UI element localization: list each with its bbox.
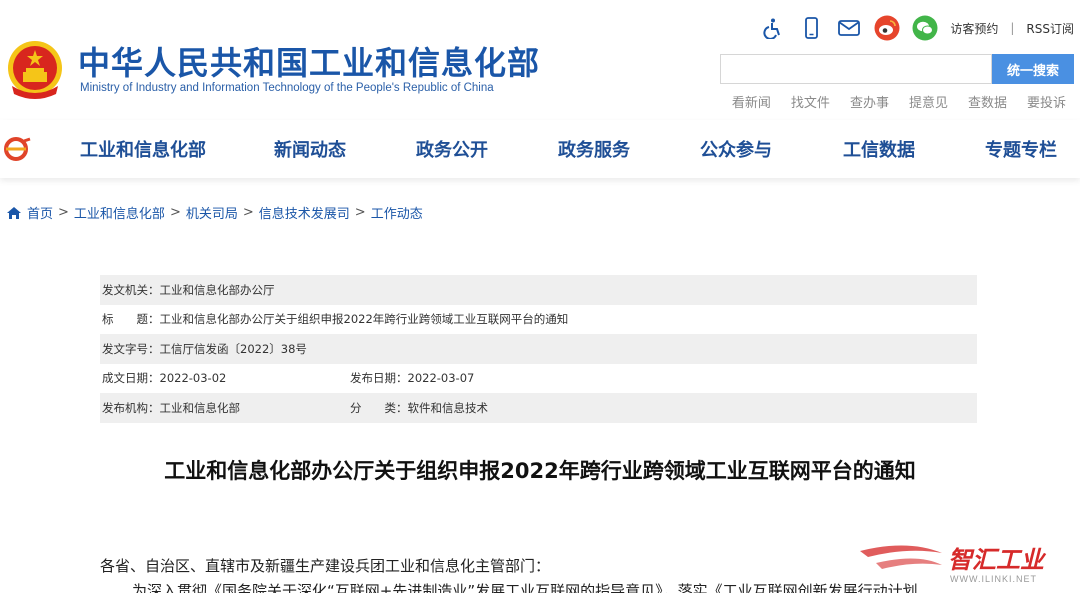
quick-link-news[interactable]: 看新闻 <box>732 92 771 111</box>
meta-title: 标 题：工业和信息化部办公厅关于组织申报2022年跨行业跨领域工业互联网平台的通… <box>102 312 569 327</box>
mail-icon[interactable] <box>836 15 862 41</box>
breadcrumb-separator: > <box>169 205 181 220</box>
meta-doc-number: 发文字号：工信厅信发函〔2022〕38号 <box>102 341 307 356</box>
rss-link[interactable]: RSS订阅 <box>1026 20 1074 37</box>
quick-link-services[interactable]: 查办事 <box>850 92 889 111</box>
breadcrumb: 首页 > 工业和信息化部 > 机关司局 > 信息技术发展司 > 工作动态 <box>6 203 423 222</box>
document-salutation: 各省、自治区、直辖市及新疆生产建设兵团工业和信息化主管部门： <box>100 557 551 575</box>
quick-link-feedback[interactable]: 提意见 <box>909 92 948 111</box>
quick-links: 看新闻 找文件 查办事 提意见 查数据 要投诉 <box>732 92 1066 111</box>
top-toolbar: 访客预约 | RSS订阅 <box>760 14 1074 42</box>
quick-link-files[interactable]: 找文件 <box>791 92 830 111</box>
meta-row-issuer: 发文机关：工业和信息化部办公厅 <box>100 275 977 305</box>
site-title[interactable]: 中华人民共和国工业和信息化部 <box>78 38 540 84</box>
mobile-icon[interactable] <box>798 15 824 41</box>
nav-item-open-government[interactable]: 政务公开 <box>416 136 488 162</box>
wechat-icon[interactable] <box>912 15 938 41</box>
document-title: 工业和信息化部办公厅关于组织申报2022年跨行业跨领域工业互联网平台的通知 <box>164 459 916 483</box>
nav-item-ministry[interactable]: 工业和信息化部 <box>80 136 206 162</box>
nav-item-data[interactable]: 工信数据 <box>843 136 915 162</box>
nav-item-public-participation[interactable]: 公众参与 <box>700 136 772 162</box>
meta-written-date: 成文日期：2022-03-02 <box>102 371 227 386</box>
breadcrumb-separator: > <box>242 205 254 220</box>
document-meta-table: 发文机关：工业和信息化部办公厅 标 题：工业和信息化部办公厅关于组织申报2022… <box>100 275 977 423</box>
breadcrumb-ministry[interactable]: 工业和信息化部 <box>74 203 165 222</box>
quick-link-data[interactable]: 查数据 <box>968 92 1007 111</box>
meta-category: 分 类：软件和信息技术 <box>350 400 488 415</box>
meta-publish-date: 发布日期：2022-03-07 <box>350 371 475 386</box>
watermark-text: 智汇工业 <box>948 546 1044 574</box>
meta-row-doc-number: 发文字号：工信厅信发函〔2022〕38号 <box>100 334 977 364</box>
nav-item-news[interactable]: 新闻动态 <box>274 136 346 162</box>
site-header: 中华人民共和国工业和信息化部 Ministry of Industry and … <box>0 0 1080 120</box>
breadcrumb-it-development[interactable]: 信息技术发展司 <box>259 203 350 222</box>
meta-row-dates: 成文日期：2022-03-02 发布日期：2022-03-07 <box>100 364 977 394</box>
breadcrumb-separator: > <box>58 205 69 220</box>
accessibility-icon[interactable] <box>760 15 786 41</box>
weibo-icon[interactable] <box>874 15 900 41</box>
search-button[interactable]: 统一搜索 <box>992 54 1074 84</box>
breadcrumb-work-updates[interactable]: 工作动态 <box>371 203 423 222</box>
ministry-logo-icon[interactable] <box>2 136 32 162</box>
search-input[interactable] <box>720 54 992 84</box>
quick-link-complaint[interactable]: 要投诉 <box>1027 92 1066 111</box>
main-nav: 工业和信息化部 新闻动态 政务公开 政务服务 公众参与 工信数据 专题专栏 <box>0 120 1080 178</box>
home-icon[interactable] <box>6 206 22 220</box>
breadcrumb-departments[interactable]: 机关司局 <box>186 203 238 222</box>
breadcrumb-home[interactable]: 首页 <box>27 203 53 222</box>
national-emblem-icon[interactable] <box>6 38 64 100</box>
meta-row-title: 标 题：工业和信息化部办公厅关于组织申报2022年跨行业跨领域工业互联网平台的通… <box>100 305 977 335</box>
toolbar-separator: | <box>1010 21 1015 35</box>
breadcrumb-separator: > <box>354 205 366 220</box>
nav-item-special-topics[interactable]: 专题专栏 <box>985 136 1057 162</box>
meta-publisher: 发布机构：工业和信息化部 <box>102 400 240 415</box>
meta-issuer: 发文机关：工业和信息化部办公厅 <box>102 282 275 297</box>
nav-item-government-services[interactable]: 政务服务 <box>558 136 630 162</box>
document-first-line: 为深入贯彻《国务院关于深化“互联网+先进制造业”发展工业互联网的指导意见》，落实… <box>132 582 918 593</box>
visitor-appointment-link[interactable]: 访客预约 <box>950 20 998 37</box>
meta-row-publisher: 发布机构：工业和信息化部 分 类：软件和信息技术 <box>100 393 977 423</box>
site-subtitle: Ministry of Industry and Information Tec… <box>80 82 494 94</box>
watermark-url: WWW.ILINKI.NET <box>950 574 1037 584</box>
